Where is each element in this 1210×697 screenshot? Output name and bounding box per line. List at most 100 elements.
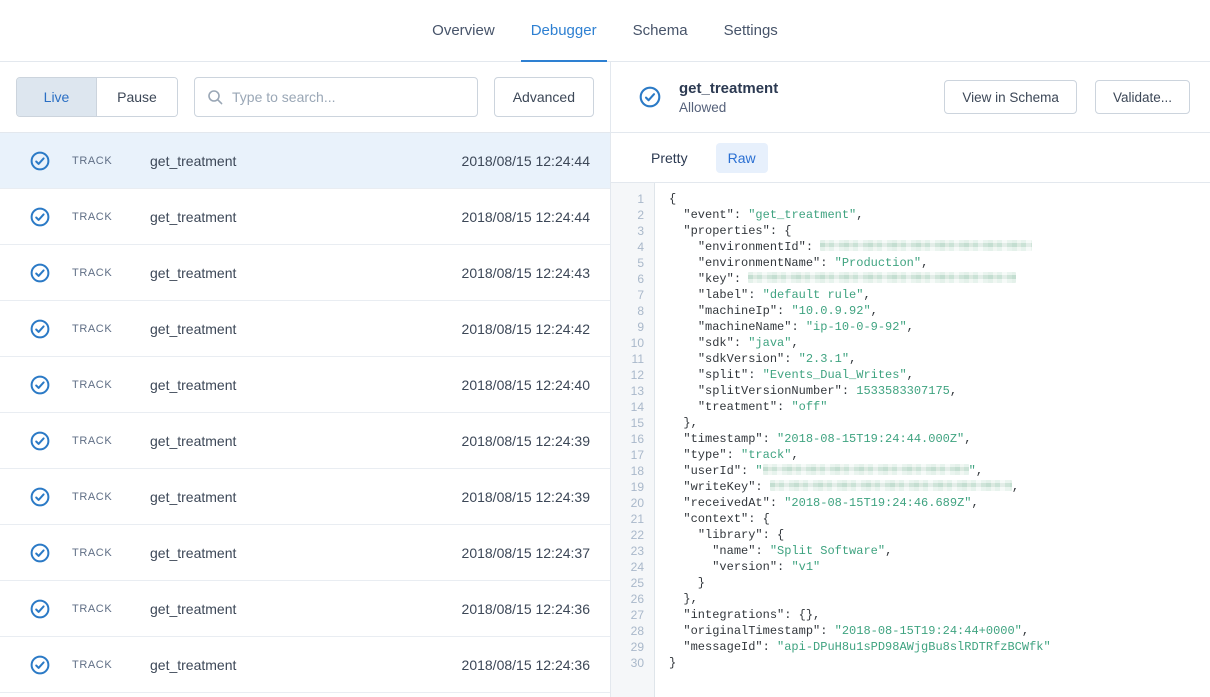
- event-list-row[interactable]: TRACKget_treatment2018/08/15 12:24:39: [0, 413, 610, 469]
- payload-view-tabs: Pretty Raw: [611, 133, 1210, 183]
- code-line: "treatment": "off": [669, 399, 1210, 415]
- json-key: "sdk": [698, 336, 734, 350]
- tab-overview[interactable]: Overview: [430, 0, 497, 61]
- tab-pretty[interactable]: Pretty: [639, 143, 700, 173]
- json-key: "environmentId": [698, 240, 806, 254]
- json-punct: :: [820, 624, 834, 638]
- json-punct: :: [727, 448, 741, 462]
- json-punct: {: [669, 192, 676, 206]
- debugger-event-panel: Live Pause Advanced TRACKget_treatment20…: [0, 62, 610, 697]
- json-key: "integrations": [683, 608, 784, 622]
- tab-settings[interactable]: Settings: [722, 0, 780, 61]
- event-list-row[interactable]: TRACKget_treatment2018/08/15 12:24:40: [0, 357, 610, 413]
- event-list-row[interactable]: TRACKget_treatment2018/08/15 12:24:36: [0, 637, 610, 693]
- json-punct: :: [791, 320, 805, 334]
- code-line: "machineIp": "10.0.9.92",: [669, 303, 1210, 319]
- advanced-button[interactable]: Advanced: [494, 77, 594, 117]
- line-number: 5: [611, 255, 654, 271]
- line-number: 29: [611, 639, 654, 655]
- json-punct: :: [741, 464, 755, 478]
- json-string: "java": [748, 336, 791, 350]
- event-title: get_treatment: [679, 80, 926, 97]
- event-name: get_treatment: [150, 545, 462, 561]
- json-punct: ,: [871, 304, 878, 318]
- line-number: 22: [611, 527, 654, 543]
- json-punct: [669, 432, 683, 446]
- code-line: "event": "get_treatment",: [669, 207, 1210, 223]
- code-line: "integrations": {},: [669, 607, 1210, 623]
- check-circle-icon: [30, 599, 50, 619]
- event-name: get_treatment: [150, 657, 462, 673]
- event-type-label: TRACK: [72, 379, 150, 391]
- event-timestamp: 2018/08/15 12:24:37: [462, 545, 590, 561]
- redacted-value: [763, 464, 969, 475]
- event-timestamp: 2018/08/15 12:24:36: [462, 657, 590, 673]
- event-list-row[interactable]: TRACKget_treatment2018/08/15 12:24:44: [0, 189, 610, 245]
- json-punct: ,: [863, 288, 870, 302]
- json-key: "context": [683, 512, 748, 526]
- live-button[interactable]: Live: [17, 78, 97, 116]
- json-punct: : {},: [784, 608, 820, 622]
- code-line: "splitVersionNumber": 1533583307175,: [669, 383, 1210, 399]
- event-list-row[interactable]: TRACKget_treatment2018/08/15 12:24:36: [0, 581, 610, 637]
- code-line: "name": "Split Software",: [669, 543, 1210, 559]
- json-punct: [669, 544, 712, 558]
- search-box[interactable]: [194, 77, 478, 117]
- json-punct: [669, 304, 698, 318]
- json-punct: ,: [976, 464, 983, 478]
- event-timestamp: 2018/08/15 12:24:42: [462, 321, 590, 337]
- json-punct: [669, 464, 683, 478]
- json-punct: }: [669, 576, 705, 590]
- json-string: "off": [791, 400, 827, 414]
- raw-json-viewer[interactable]: 1234567891011121314151617181920212223242…: [611, 183, 1210, 697]
- search-icon: [207, 89, 223, 105]
- json-punct: [669, 448, 683, 462]
- json-punct: ,: [907, 368, 914, 382]
- event-list-row[interactable]: TRACKget_treatment2018/08/15 12:24:39: [0, 469, 610, 525]
- event-list-row[interactable]: TRACKget_treatment2018/08/15 12:24:44: [0, 133, 610, 189]
- event-list-row[interactable]: TRACKget_treatment2018/08/15 12:24:37: [0, 525, 610, 581]
- json-string: ": [969, 464, 976, 478]
- view-in-schema-button[interactable]: View in Schema: [944, 80, 1077, 114]
- line-number: 28: [611, 623, 654, 639]
- json-punct: :: [777, 560, 791, 574]
- json-punct: },: [669, 592, 698, 606]
- json-punct: ,: [971, 496, 978, 510]
- json-key: "key": [698, 272, 734, 286]
- json-punct: : {: [770, 224, 792, 238]
- event-type-label: TRACK: [72, 211, 150, 223]
- line-number: 23: [611, 543, 654, 559]
- line-number: 30: [611, 655, 654, 671]
- event-list-row[interactable]: TRACKget_treatment2018/08/15 12:24:43: [0, 245, 610, 301]
- json-punct: : {: [763, 528, 785, 542]
- search-input[interactable]: [232, 89, 465, 105]
- line-number: 27: [611, 607, 654, 623]
- line-number: 17: [611, 447, 654, 463]
- line-number: 18: [611, 463, 654, 479]
- json-punct: ,: [1022, 624, 1029, 638]
- code-line: "sdkVersion": "2.3.1",: [669, 351, 1210, 367]
- code-line: },: [669, 591, 1210, 607]
- json-string: "2.3.1": [799, 352, 849, 366]
- event-timestamp: 2018/08/15 12:24:43: [462, 265, 590, 281]
- event-list-row[interactable]: TRACKget_treatment2018/08/15 12:24:42: [0, 301, 610, 357]
- event-name: get_treatment: [150, 265, 462, 281]
- event-detail-header: get_treatment Allowed View in Schema Val…: [611, 62, 1210, 133]
- code-line: "label": "default rule",: [669, 287, 1210, 303]
- event-timestamp: 2018/08/15 12:24:36: [462, 601, 590, 617]
- json-string: "v1": [791, 560, 820, 574]
- json-punct: :: [806, 240, 820, 254]
- validate-button[interactable]: Validate...: [1095, 80, 1190, 114]
- event-timestamp: 2018/08/15 12:24:39: [462, 489, 590, 505]
- json-key: "library": [698, 528, 763, 542]
- tab-raw[interactable]: Raw: [716, 143, 768, 173]
- event-type-label: TRACK: [72, 547, 150, 559]
- line-number: 20: [611, 495, 654, 511]
- json-key: "writeKey": [683, 480, 755, 494]
- json-key: "userId": [683, 464, 741, 478]
- tab-debugger[interactable]: Debugger: [529, 0, 599, 61]
- json-punct: },: [669, 416, 698, 430]
- event-type-label: TRACK: [72, 659, 150, 671]
- tab-schema[interactable]: Schema: [631, 0, 690, 61]
- pause-button[interactable]: Pause: [97, 78, 177, 116]
